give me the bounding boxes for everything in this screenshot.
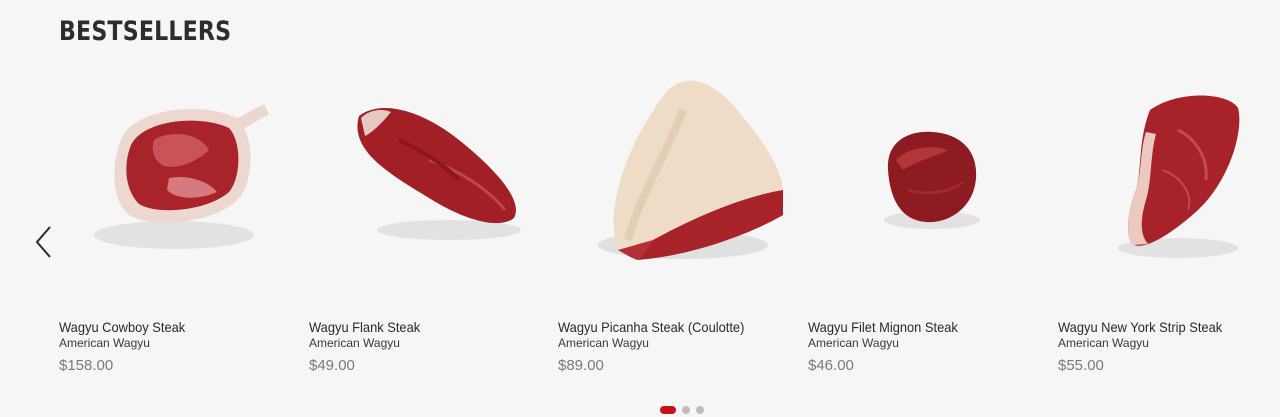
carousel-pagination [660, 406, 704, 414]
product-name[interactable]: Wagyu Picanha Steak (Coulotte) [558, 319, 744, 335]
section-title: BESTSELLERS [59, 16, 232, 47]
product-name[interactable]: Wagyu Filet Mignon Steak [808, 319, 958, 335]
product-subtitle: American Wagyu [808, 336, 899, 350]
product-image-flank-steak[interactable] [309, 70, 529, 300]
pagination-dot-3[interactable] [696, 406, 704, 414]
product-subtitle: American Wagyu [59, 336, 150, 350]
carousel-prev-button[interactable] [32, 224, 56, 260]
product-card[interactable]: Wagyu Cowboy Steak American Wagyu $158.0… [59, 70, 279, 380]
chevron-left-icon [35, 226, 51, 258]
product-price: $55.00 [1058, 357, 1104, 374]
pagination-dot-2[interactable] [682, 406, 690, 414]
product-name[interactable]: Wagyu New York Strip Steak [1058, 319, 1222, 335]
product-subtitle: American Wagyu [558, 336, 649, 350]
product-price: $46.00 [808, 357, 854, 374]
product-card[interactable]: Wagyu New York Strip Steak American Wagy… [1058, 70, 1278, 380]
product-card[interactable]: Wagyu Flank Steak American Wagyu $49.00 [309, 70, 529, 380]
product-image-filet-mignon[interactable] [808, 70, 1028, 300]
product-name[interactable]: Wagyu Flank Steak [309, 319, 420, 335]
product-image-picanha-steak[interactable] [558, 70, 784, 300]
pagination-dot-1[interactable] [660, 406, 676, 414]
product-card[interactable]: Wagyu Filet Mignon Steak American Wagyu … [808, 70, 1028, 380]
product-price: $158.00 [59, 357, 114, 374]
product-subtitle: American Wagyu [309, 336, 400, 350]
product-subtitle: American Wagyu [1058, 336, 1149, 350]
product-price: $49.00 [309, 357, 355, 374]
product-image-new-york-strip[interactable] [1058, 70, 1278, 300]
product-price: $89.00 [558, 357, 604, 374]
product-name[interactable]: Wagyu Cowboy Steak [59, 319, 185, 335]
product-image-cowboy-steak[interactable] [59, 70, 279, 300]
product-card[interactable]: Wagyu Picanha Steak (Coulotte) American … [558, 70, 784, 380]
